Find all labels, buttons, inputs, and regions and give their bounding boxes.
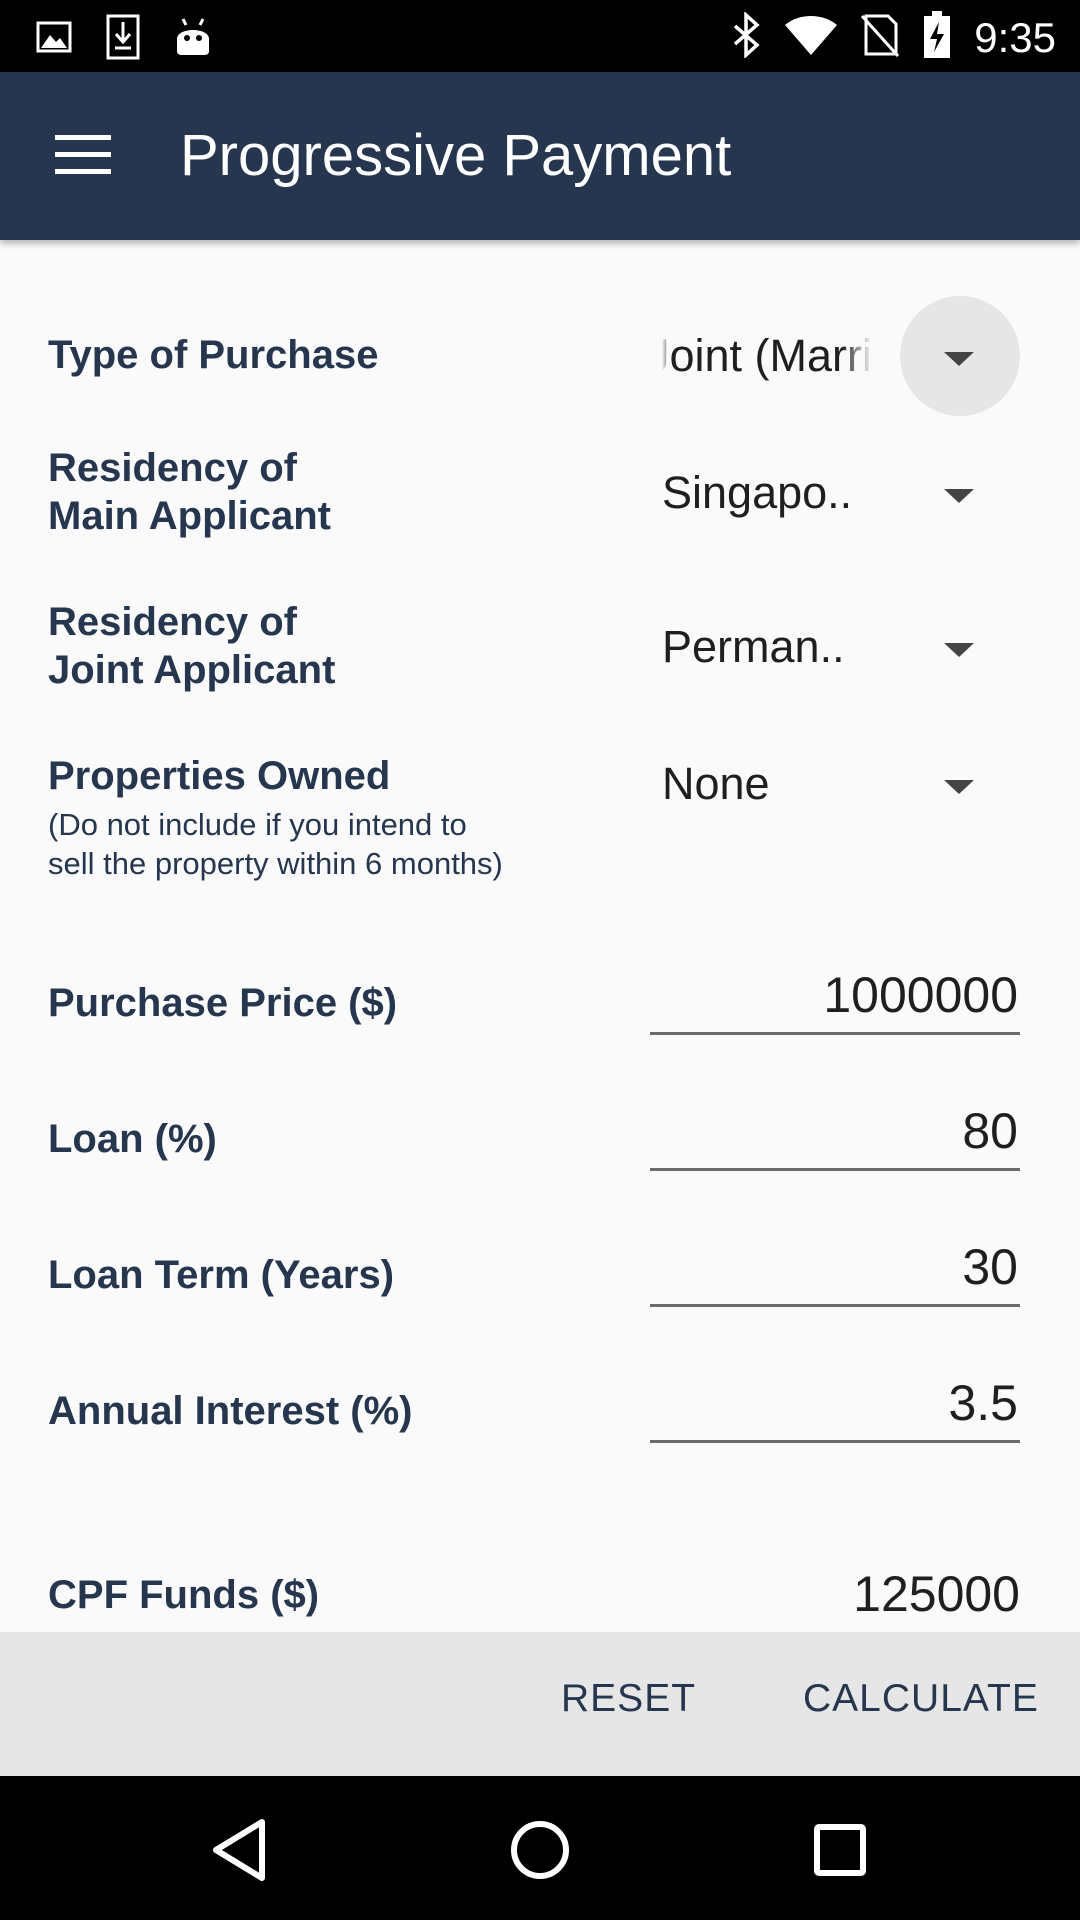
- home-icon[interactable]: [490, 1800, 590, 1900]
- cpf-funds-value[interactable]: 125000: [853, 1565, 1020, 1623]
- form-content: Type of Purchase Joint (Marri Residency …: [0, 240, 1080, 1632]
- status-time: 9:35: [974, 13, 1056, 61]
- back-icon[interactable]: [190, 1800, 290, 1900]
- residency-main-value: Singapo..: [662, 467, 853, 518]
- menu-icon[interactable]: [55, 135, 111, 175]
- page-title: Progressive Payment: [180, 123, 732, 188]
- properties-owned-spinner[interactable]: None: [662, 752, 1020, 816]
- wifi-icon: [784, 13, 838, 62]
- chevron-down-icon: [944, 643, 974, 657]
- purchase-price-label: Purchase Price ($): [48, 981, 398, 1025]
- type-of-purchase-value: Joint (Marri: [662, 330, 872, 381]
- status-bar: 9:35: [0, 0, 1080, 72]
- android-icon: [174, 17, 212, 62]
- loan-term-field[interactable]: 30: [650, 1234, 1020, 1307]
- annual-interest-value: 3.5: [948, 1375, 1018, 1431]
- type-of-purchase-label: Type of Purchase: [48, 333, 379, 377]
- chevron-down-icon: [944, 780, 974, 794]
- calculate-button[interactable]: CALCULATE: [803, 1674, 1039, 1724]
- properties-owned-note-line1: (Do not include if you intend to: [48, 807, 467, 842]
- download-icon: [106, 14, 140, 65]
- loan-term-value: 30: [962, 1239, 1018, 1295]
- chevron-down-icon: [944, 489, 974, 503]
- properties-owned-note-line2: sell the property within 6 months): [48, 846, 503, 881]
- properties-owned-value: None: [662, 758, 770, 809]
- residency-main-label-line1: Residency of: [48, 446, 297, 490]
- loan-value: 80: [962, 1103, 1018, 1159]
- annual-interest-field[interactable]: 3.5: [650, 1370, 1020, 1443]
- action-bar: RESET CALCULATE: [0, 1632, 1080, 1776]
- properties-owned-label: Properties Owned: [48, 754, 391, 798]
- reset-button[interactable]: RESET: [561, 1674, 696, 1724]
- battery-charging-icon: [922, 10, 952, 65]
- navigation-bar: [0, 1776, 1080, 1920]
- residency-main-label-line2: Main Applicant: [48, 494, 331, 538]
- no-sim-icon: [860, 12, 900, 63]
- image-icon: [36, 21, 72, 58]
- screen: 9:35 Progressive Payment Type of Purchas…: [0, 0, 1080, 1920]
- app-bar: Progressive Payment: [0, 72, 1080, 240]
- residency-joint-spinner[interactable]: Perman..: [662, 615, 1020, 679]
- loan-label: Loan (%): [48, 1117, 217, 1161]
- bluetooth-icon: [732, 11, 762, 63]
- residency-joint-value: Perman..: [662, 621, 845, 672]
- recents-icon[interactable]: [790, 1800, 890, 1900]
- cpf-funds-label: CPF Funds ($): [48, 1573, 320, 1617]
- annual-interest-label: Annual Interest (%): [48, 1389, 413, 1433]
- purchase-price-value: 1000000: [823, 967, 1018, 1023]
- type-of-purchase-spinner[interactable]: Joint (Marri: [662, 296, 1020, 416]
- purchase-price-field[interactable]: 1000000: [650, 962, 1020, 1035]
- loan-term-label: Loan Term (Years): [48, 1253, 395, 1297]
- residency-joint-label-line1: Residency of: [48, 600, 297, 644]
- chevron-down-icon: [944, 352, 974, 366]
- residency-joint-label-line2: Joint Applicant: [48, 648, 336, 692]
- residency-main-spinner[interactable]: Singapo..: [662, 461, 1020, 525]
- loan-field[interactable]: 80: [650, 1098, 1020, 1171]
